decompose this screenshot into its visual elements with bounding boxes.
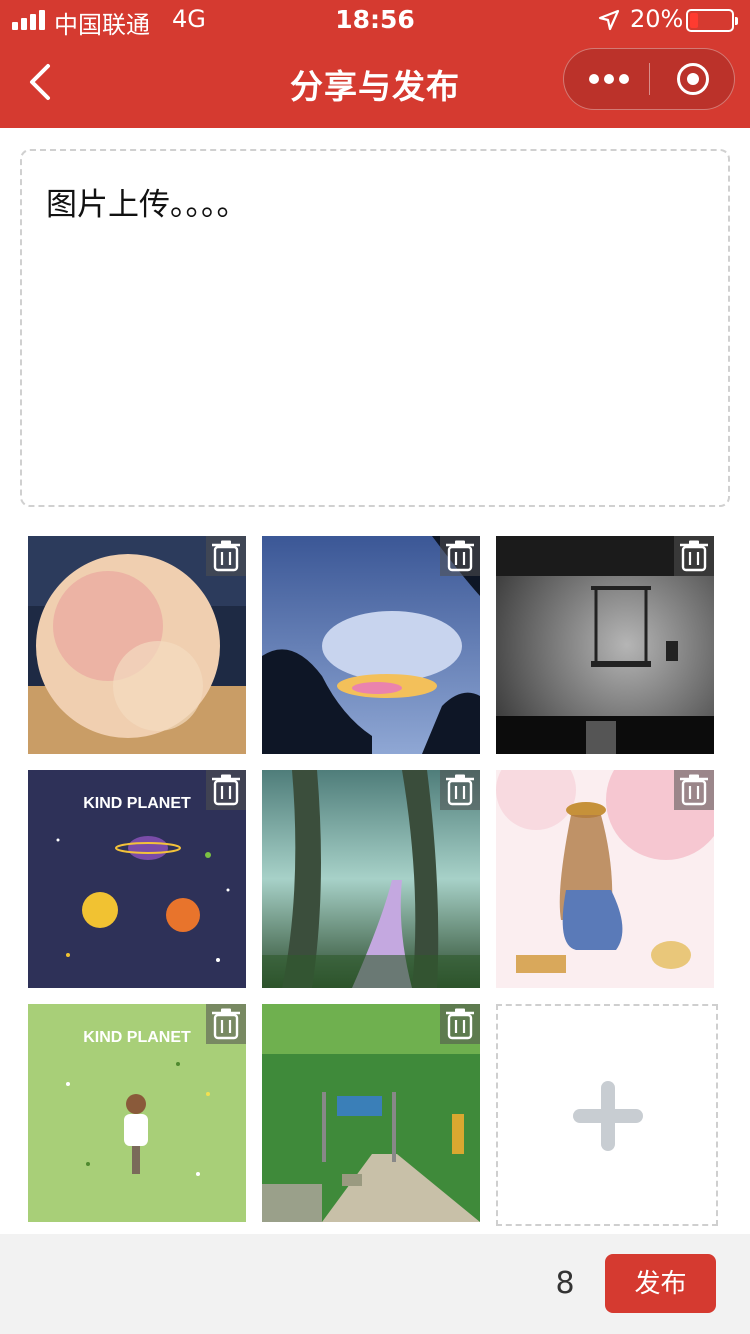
top-bar: 中国联通 4G 18:56 20% 分享与发布 — [0, 0, 750, 128]
publish-button[interactable]: 发布 — [605, 1254, 716, 1313]
trash-icon[interactable] — [440, 770, 480, 810]
battery-percent: 20% — [630, 5, 684, 33]
trash-icon[interactable] — [206, 1004, 246, 1044]
trash-icon[interactable] — [206, 770, 246, 810]
image-count: 8 — [555, 1266, 575, 1301]
image-thumbnail-kind-planet-space[interactable]: KIND PLANET — [28, 770, 246, 988]
mini-program-capsule — [563, 48, 735, 110]
kind-planet-caption: KIND PLANET — [83, 795, 191, 812]
trash-icon[interactable] — [440, 1004, 480, 1044]
battery-icon — [686, 9, 738, 32]
bottom-bar: 8 发布 — [0, 1234, 750, 1334]
trash-icon[interactable] — [674, 536, 714, 576]
navigation-bar: 分享与发布 — [0, 40, 750, 128]
image-thumbnail-game-scene[interactable] — [496, 536, 714, 754]
image-thumbnail-forest[interactable] — [262, 770, 480, 988]
target-circle-icon[interactable] — [650, 49, 736, 109]
trash-icon[interactable] — [440, 536, 480, 576]
image-thumbnail-girl-watercolor[interactable] — [496, 770, 714, 988]
add-image-button[interactable] — [496, 1004, 718, 1226]
status-bar: 中国联通 4G 18:56 20% — [0, 0, 750, 40]
post-text: 图片上传。。。。 — [46, 187, 248, 223]
location-arrow-icon — [598, 9, 620, 31]
image-thumbnail-sky[interactable] — [262, 536, 480, 754]
image-thumbnail-peach[interactable] — [28, 536, 246, 754]
more-dots-icon[interactable] — [564, 49, 650, 109]
kind-planet-caption: KIND PLANET — [83, 1029, 191, 1046]
image-thumbnail-kind-planet-green[interactable]: KIND PLANET — [28, 1004, 246, 1222]
post-text-area[interactable]: 图片上传。。。。 — [20, 149, 730, 507]
image-thumbnail-road-town[interactable] — [262, 1004, 480, 1222]
trash-icon[interactable] — [206, 536, 246, 576]
trash-icon[interactable] — [674, 770, 714, 810]
